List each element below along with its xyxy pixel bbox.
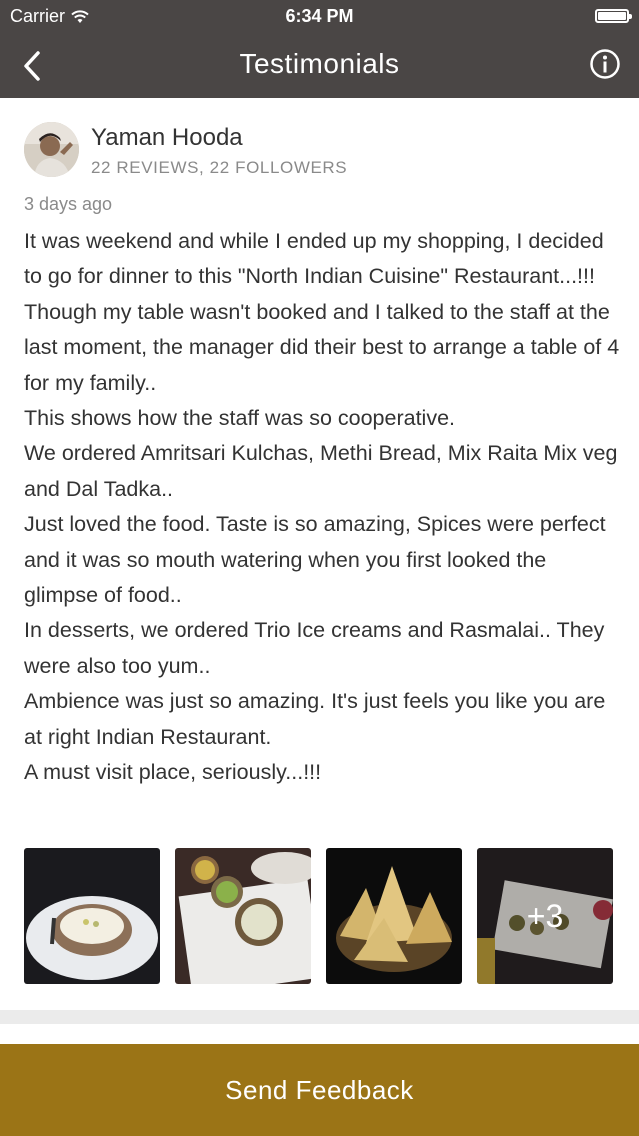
battery-icon <box>595 9 632 23</box>
review-line: Just loved the food. Taste is so amazing… <box>24 512 606 608</box>
review-timestamp: 3 days ago <box>24 194 113 214</box>
navigation-bar: Testimonials <box>0 34 639 98</box>
avatar[interactable] <box>24 122 79 177</box>
review-line: We ordered Amritsari Kulchas, Methi Brea… <box>24 441 618 501</box>
review-line: Though my table wasn't booked and I talk… <box>24 299 620 395</box>
info-icon <box>590 49 620 79</box>
user-name[interactable]: Yaman Hooda <box>91 124 243 152</box>
review-line: This shows how the staff was so cooperat… <box>24 406 456 431</box>
review-text: It was weekend and while I ended up my s… <box>24 224 624 791</box>
more-photos-count: +3 <box>477 848 613 984</box>
user-photo <box>24 122 79 177</box>
review-photo[interactable] <box>326 848 462 984</box>
review-line: Ambience was just so amazing. It's just … <box>24 689 606 749</box>
status-time: 6:34 PM <box>285 6 354 26</box>
page-title: Testimonials <box>239 48 400 79</box>
review-photo[interactable] <box>175 848 311 984</box>
divider <box>0 1010 639 1024</box>
review-photos: +3 <box>24 848 614 984</box>
user-stats: 22 REVIEWS, 22 FOLLOWERS <box>91 158 348 177</box>
review-line: It was weekend and while I ended up my s… <box>24 229 604 289</box>
status-bar: Carrier 6:34 PM <box>0 0 639 34</box>
info-button[interactable] <box>589 48 623 82</box>
review-photo[interactable] <box>24 848 160 984</box>
review-line: A must visit place, seriously...!!! <box>24 760 322 785</box>
send-feedback-button[interactable]: Send Feedback <box>0 1044 639 1136</box>
review-photo-more[interactable]: +3 <box>477 848 613 984</box>
top-bar: Carrier 6:34 PM Testimonials <box>0 0 639 98</box>
review-line: In desserts, we ordered Trio Ice creams … <box>24 618 605 678</box>
